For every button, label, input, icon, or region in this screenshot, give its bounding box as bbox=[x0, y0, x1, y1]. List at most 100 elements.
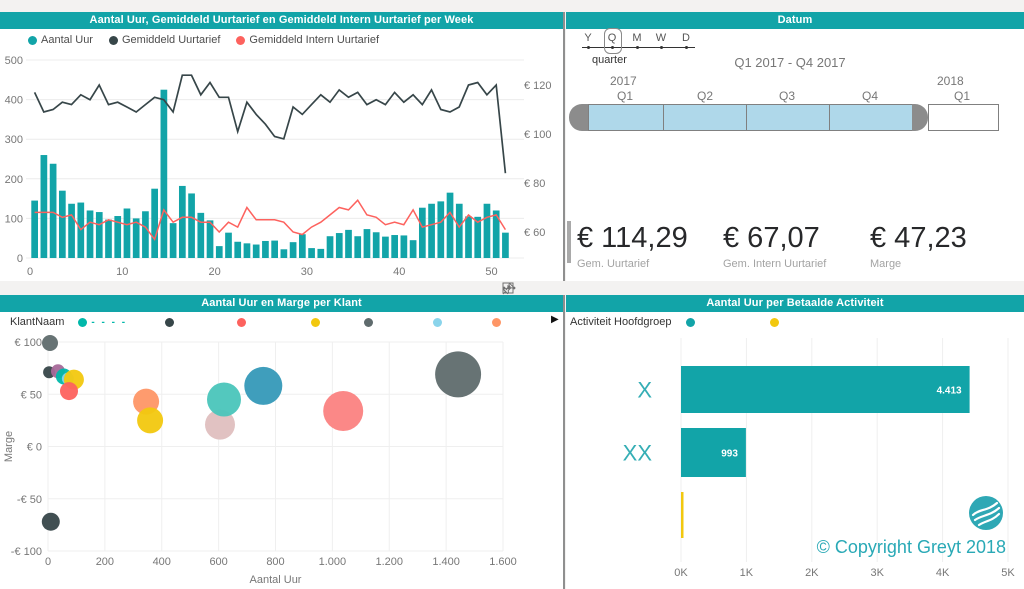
week-bar[interactable] bbox=[336, 233, 343, 258]
week-bar[interactable] bbox=[290, 242, 297, 258]
week-bar[interactable] bbox=[354, 236, 361, 258]
klant-bubble[interactable] bbox=[244, 367, 282, 405]
timeline-cell-selected[interactable] bbox=[588, 104, 664, 131]
bar-value-label: 993 bbox=[721, 449, 738, 460]
timeline-cell-unselected[interactable] bbox=[928, 104, 999, 131]
week-bar[interactable] bbox=[401, 235, 408, 258]
granularity-option-m[interactable]: M bbox=[628, 32, 646, 44]
week-bar[interactable] bbox=[410, 240, 417, 258]
legend-item[interactable]: Gemiddeld Intern Uurtarief bbox=[236, 34, 379, 46]
kpi-value: € 67,07 bbox=[723, 222, 826, 255]
week-bar[interactable] bbox=[502, 233, 509, 258]
week-bar[interactable] bbox=[207, 220, 214, 258]
week-bar[interactable] bbox=[179, 186, 186, 258]
granularity-option-w[interactable]: W bbox=[652, 32, 670, 44]
week-bar[interactable] bbox=[170, 223, 177, 258]
week-bar[interactable] bbox=[447, 193, 454, 258]
week-bar[interactable] bbox=[308, 248, 315, 258]
week-bar[interactable] bbox=[197, 213, 204, 258]
week-bar[interactable] bbox=[31, 201, 38, 258]
week-bar[interactable] bbox=[281, 249, 288, 258]
week-bar[interactable] bbox=[234, 242, 241, 258]
legend-item[interactable]: Gemiddeld Uurtarief bbox=[109, 34, 220, 46]
timeline-left-handle[interactable] bbox=[569, 104, 588, 131]
timeline-cell-selected[interactable] bbox=[746, 104, 830, 131]
week-bar[interactable] bbox=[188, 193, 195, 258]
klant-bubble[interactable] bbox=[137, 407, 163, 433]
week-bar[interactable] bbox=[142, 211, 149, 258]
activity-bar[interactable] bbox=[681, 492, 684, 538]
week-bar[interactable] bbox=[317, 249, 324, 258]
week-bar[interactable] bbox=[437, 201, 444, 258]
activity-chart-title: Aantal Uur per Betaalde Activiteit bbox=[566, 295, 1024, 312]
week-bar[interactable] bbox=[327, 236, 334, 258]
week-bar[interactable] bbox=[96, 212, 103, 258]
axis-tick-label: 0 bbox=[27, 266, 33, 278]
legend-item[interactable] bbox=[433, 318, 446, 327]
week-bar[interactable] bbox=[244, 243, 251, 258]
week-bar[interactable] bbox=[253, 245, 260, 258]
axis-tick-label: 40 bbox=[393, 266, 405, 278]
week-bar[interactable] bbox=[456, 204, 463, 258]
timeline-cell-selected[interactable] bbox=[663, 104, 747, 131]
legend-item[interactable]: Aantal Uur bbox=[28, 34, 93, 46]
uurtarief-line[interactable] bbox=[35, 75, 506, 173]
week-bar[interactable] bbox=[419, 208, 426, 258]
klant-bubble[interactable] bbox=[207, 383, 241, 417]
klant-bubble[interactable] bbox=[42, 335, 58, 351]
week-bar[interactable] bbox=[428, 204, 435, 258]
week-bar[interactable] bbox=[225, 233, 232, 258]
granularity-option-y[interactable]: Y bbox=[579, 32, 597, 44]
legend-color-dot bbox=[433, 318, 442, 327]
axis-tick-label: 10 bbox=[116, 266, 128, 278]
activity-bar[interactable] bbox=[681, 366, 970, 413]
week-bar[interactable] bbox=[87, 210, 94, 258]
week-bar[interactable] bbox=[105, 220, 112, 258]
klant-bubble[interactable] bbox=[435, 351, 481, 397]
granularity-tick bbox=[685, 46, 688, 49]
week-bar[interactable] bbox=[373, 232, 380, 258]
week-bar[interactable] bbox=[465, 216, 472, 258]
week-bar[interactable] bbox=[271, 241, 278, 258]
granularity-option-d[interactable]: D bbox=[677, 32, 695, 44]
week-bar[interactable] bbox=[262, 241, 269, 258]
klant-bubble[interactable] bbox=[42, 513, 60, 531]
week-bar[interactable] bbox=[391, 235, 398, 258]
legend-item[interactable]: - - - - bbox=[78, 317, 127, 328]
axis-tick-label: € 80 bbox=[524, 178, 545, 190]
klant-bubble[interactable] bbox=[323, 391, 363, 431]
legend-item[interactable] bbox=[492, 318, 505, 327]
legend-item[interactable] bbox=[364, 318, 377, 327]
quarter-label: Q4 bbox=[862, 89, 878, 103]
week-bar[interactable] bbox=[364, 229, 371, 258]
week-bar[interactable] bbox=[216, 246, 223, 258]
week-bar[interactable] bbox=[484, 204, 491, 258]
axis-tick-label: 0 bbox=[45, 556, 51, 568]
granularity-tick bbox=[660, 46, 663, 49]
legend-item[interactable] bbox=[311, 318, 324, 327]
week-bar[interactable] bbox=[151, 189, 158, 258]
legend-item[interactable] bbox=[165, 318, 178, 327]
legend-item[interactable] bbox=[686, 318, 699, 327]
week-bar[interactable] bbox=[59, 191, 66, 258]
granularity-selected-ring[interactable] bbox=[604, 28, 622, 54]
timeline-right-handle[interactable] bbox=[912, 104, 928, 131]
axis-tick-label: 30 bbox=[301, 266, 313, 278]
week-bar[interactable] bbox=[345, 230, 352, 258]
legend-scroll-arrow[interactable]: ▶ bbox=[551, 314, 559, 325]
week-bar[interactable] bbox=[299, 234, 306, 258]
week-bar[interactable] bbox=[382, 237, 389, 258]
klant-bubble[interactable] bbox=[60, 382, 78, 400]
legend-item[interactable] bbox=[770, 318, 783, 327]
timeline-cell-selected[interactable] bbox=[829, 104, 914, 131]
legend-item[interactable] bbox=[237, 318, 250, 327]
week-bar[interactable] bbox=[50, 164, 57, 258]
legend-label: Gemiddeld Uurtarief bbox=[122, 34, 220, 46]
week-bar[interactable] bbox=[124, 209, 131, 259]
week-combo-chart: 0100200300400500€ 60€ 80€ 100€ 120010203… bbox=[0, 48, 563, 283]
week-bar[interactable] bbox=[68, 204, 75, 258]
week-bar[interactable] bbox=[161, 90, 168, 258]
more-options-icon[interactable] bbox=[502, 286, 516, 290]
week-bar[interactable] bbox=[41, 155, 48, 258]
week-bar[interactable] bbox=[133, 218, 140, 258]
